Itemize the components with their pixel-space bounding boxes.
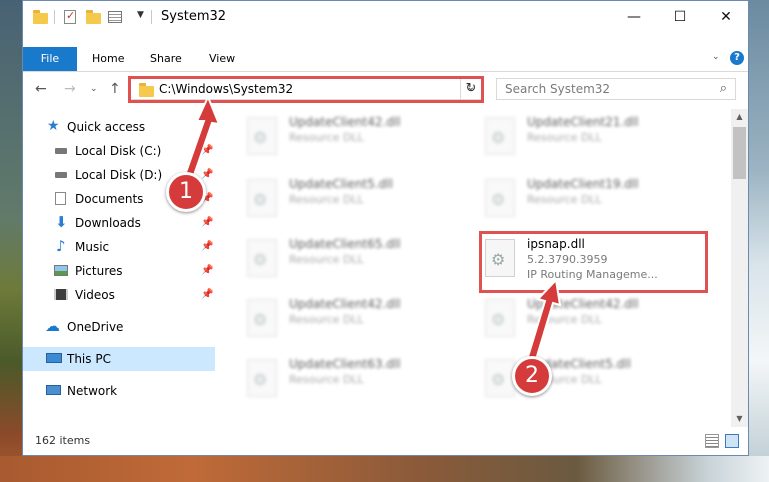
callout-arrow-2 (525, 277, 562, 365)
callout-badge-1: 1 (166, 172, 206, 212)
callout-arrows (182, 94, 562, 365)
callout-arrow-1 (182, 94, 221, 183)
callout-badge-2: 2 (512, 356, 552, 396)
